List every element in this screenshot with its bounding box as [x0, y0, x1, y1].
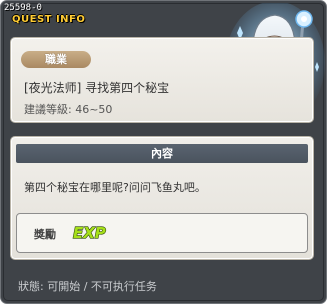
quest-content-panel: 內容 第四个秘宝在哪里呢?问问飞鱼丸吧。 獎勵 EXP: [10, 136, 314, 260]
level-range: 46~50: [75, 103, 113, 116]
quest-status: 狀態: 可開始 / 不可执行任务: [18, 280, 157, 293]
reward-label: 獎勵: [34, 228, 56, 241]
quest-title: [夜光法师] 寻找第四个秘宝: [24, 81, 170, 95]
quest-header-panel: 職業 [夜光法师] 寻找第四个秘宝 建議等級: 46~50: [10, 37, 314, 123]
content-section-header: 內容: [16, 144, 308, 163]
job-badge: 職業: [21, 51, 91, 68]
exp-icon: EXP: [72, 223, 106, 242]
exp-text: EXP: [73, 224, 106, 242]
quest-info-window: 25598-0 QUEST INFO 職業 [夜光法师] 寻找第四个秘宝 建議等…: [0, 0, 327, 304]
recommended-level: 建議等級: 46~50: [24, 101, 112, 117]
quest-id: 25598-0: [4, 3, 42, 13]
level-label: 建議等級:: [24, 103, 72, 116]
window-title: QUEST INFO: [12, 14, 86, 25]
quest-description: 第四个秘宝在哪里呢?问问飞鱼丸吧。: [24, 181, 206, 194]
reward-box: 獎勵 EXP: [16, 213, 308, 253]
